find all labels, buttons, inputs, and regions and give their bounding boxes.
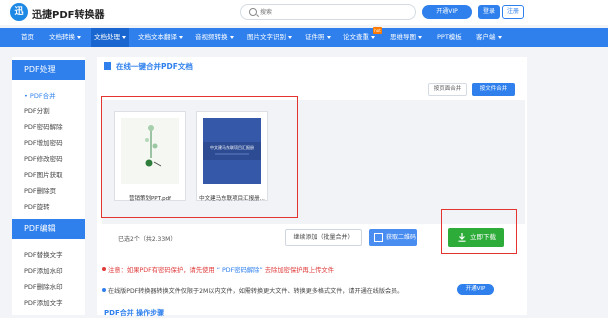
chevron-down-icon bbox=[179, 35, 183, 39]
continue-add-button[interactable]: 继续添加（批量合并） bbox=[285, 229, 362, 246]
nav-label: 音视频转换 bbox=[195, 33, 228, 41]
open-vip-button[interactable]: 开通VIP bbox=[422, 5, 472, 19]
open-vip-small-button[interactable]: 开通VIP bbox=[457, 284, 494, 295]
main-nav: 首页 文档转换 文档处理 文档文本翻译 音视频转换 图片文字识别 证件照 论文查… bbox=[0, 28, 608, 47]
page-title: 在线一键合并PDF文档 bbox=[116, 62, 193, 71]
nav-label: 论文查重 bbox=[343, 33, 369, 41]
download-icon bbox=[458, 233, 466, 242]
top-bar: 迅 迅捷PDF转换器 开通VIP 登录 注册 bbox=[0, 0, 608, 25]
nav-label: 图片文字识别 bbox=[247, 33, 286, 41]
nav-item-home[interactable]: 首页 bbox=[21, 28, 34, 47]
nav-item-doc-convert[interactable]: 文档转换 bbox=[49, 28, 81, 47]
document-icon bbox=[104, 62, 111, 70]
app-title[interactable]: 迅捷PDF转换器 bbox=[32, 6, 104, 21]
search-icon[interactable] bbox=[249, 8, 257, 16]
nav-label: 首页 bbox=[21, 33, 34, 41]
sidebar-item-pdf-delete-page[interactable]: PDF删除页 bbox=[24, 185, 56, 195]
chevron-down-icon bbox=[229, 35, 234, 39]
sidebar-item-pdf-replace-text[interactable]: PDF替换文字 bbox=[24, 249, 63, 259]
chevron-down-icon bbox=[288, 35, 292, 39]
sidebar-item-pdf-remove-watermark[interactable]: PDF删除水印 bbox=[24, 281, 63, 291]
nav-item-ocr[interactable]: 图片文字识别 bbox=[247, 28, 292, 47]
notice-text: 注意：如果PDF有密码保护，请先使用 bbox=[108, 267, 215, 274]
sidebar-section-title: PDF处理 bbox=[12, 60, 85, 80]
nav-label: 客户端 bbox=[476, 33, 496, 41]
nav-item-paper-check[interactable]: 论文查重 bbox=[343, 28, 375, 47]
sidebar-item-pdf-unlock[interactable]: PDF密码解除 bbox=[24, 121, 63, 131]
steps-title: PDF合并 操作步骤 bbox=[104, 309, 165, 317]
bullet-dot bbox=[102, 267, 106, 271]
download-button[interactable]: 立即下载 bbox=[448, 228, 504, 247]
sidebar-item-pdf-add-watermark[interactable]: PDF添加水印 bbox=[24, 265, 63, 275]
sidebar-item-label: PDF合并 bbox=[29, 92, 56, 100]
nav-item-ppt-template[interactable]: PPT模板 bbox=[437, 28, 462, 47]
selected-count: 已选2个（共2.33M） bbox=[118, 236, 177, 243]
nav-item-mind-map[interactable]: 思维导图 bbox=[390, 28, 422, 47]
nav-label: PPT模板 bbox=[437, 33, 462, 41]
search-box[interactable] bbox=[240, 4, 416, 20]
nav-item-client[interactable]: 客户端 bbox=[476, 28, 502, 47]
sidebar-item-pdf-change-password[interactable]: PDF修改密码 bbox=[24, 153, 63, 163]
register-button[interactable]: 注册 bbox=[502, 5, 524, 19]
sidebar-item-pdf-split[interactable]: PDF分割 bbox=[24, 105, 50, 115]
qr-code-icon bbox=[374, 233, 383, 242]
sidebar-item-pdf-add-password[interactable]: PDF增加密码 bbox=[24, 137, 63, 147]
bullet-dot bbox=[102, 288, 106, 292]
chevron-down-icon bbox=[326, 35, 331, 39]
highlight-box bbox=[101, 96, 298, 218]
sidebar-section-title: PDF编辑 bbox=[12, 219, 85, 239]
nav-item-doc-process[interactable]: 文档处理 bbox=[91, 28, 129, 47]
chevron-down-icon bbox=[77, 35, 81, 39]
hot-badge: hot bbox=[373, 27, 382, 34]
button-label: 获取二维码 bbox=[386, 234, 417, 241]
button-label: 立即下载 bbox=[470, 233, 496, 241]
unlock-link[interactable]: “ PDF密码解除” bbox=[217, 267, 263, 274]
nav-item-doc-translate[interactable]: 文档文本翻译 bbox=[138, 28, 183, 47]
chevron-down-icon bbox=[371, 35, 375, 39]
nav-item-id-photo[interactable]: 证件照 bbox=[305, 28, 331, 47]
size-limit-notice: 在线版PDF转换器转换文件仅限于2M以内文件，如需转换更大文件、转换更多格式文件… bbox=[108, 288, 404, 295]
nav-label: 证件照 bbox=[305, 33, 325, 41]
nav-label: 文档转换 bbox=[49, 33, 75, 41]
chevron-down-icon bbox=[418, 35, 422, 39]
merge-by-page-button[interactable]: 按页面合并 bbox=[428, 83, 467, 96]
notice-text: 去除加密保护再上传文件 bbox=[264, 267, 335, 274]
sidebar-item-pdf-extract-images[interactable]: PDF图片获取 bbox=[24, 169, 63, 179]
sidebar: PDF处理 • PDF合并 PDF分割 PDF密码解除 PDF增加密码 PDF修… bbox=[12, 57, 85, 315]
logo-icon[interactable]: 迅 bbox=[10, 3, 28, 21]
nav-label: 文档文本翻译 bbox=[138, 33, 177, 41]
get-link-button[interactable]: 获取二维码 bbox=[369, 229, 417, 246]
chevron-down-icon bbox=[497, 35, 502, 39]
nav-item-av-convert[interactable]: 音视频转换 bbox=[195, 28, 234, 47]
login-button[interactable]: 登录 bbox=[478, 5, 500, 19]
nav-label: 文档处理 bbox=[94, 33, 120, 41]
chevron-down-icon bbox=[122, 35, 126, 39]
sidebar-item-pdf-merge[interactable]: • PDF合并 bbox=[24, 90, 56, 100]
password-notice: 注意：如果PDF有密码保护，请先使用 “ PDF密码解除” 去除加密保护再上传文… bbox=[108, 265, 334, 274]
nav-label: 思维导图 bbox=[390, 33, 416, 41]
search-input[interactable] bbox=[260, 6, 410, 18]
sidebar-item-pdf-add-text[interactable]: PDF添加文字 bbox=[24, 297, 63, 307]
sidebar-item-pdf-rotate[interactable]: PDF旋转 bbox=[24, 201, 50, 211]
merge-by-file-button[interactable]: 按文件合并 bbox=[472, 83, 515, 96]
